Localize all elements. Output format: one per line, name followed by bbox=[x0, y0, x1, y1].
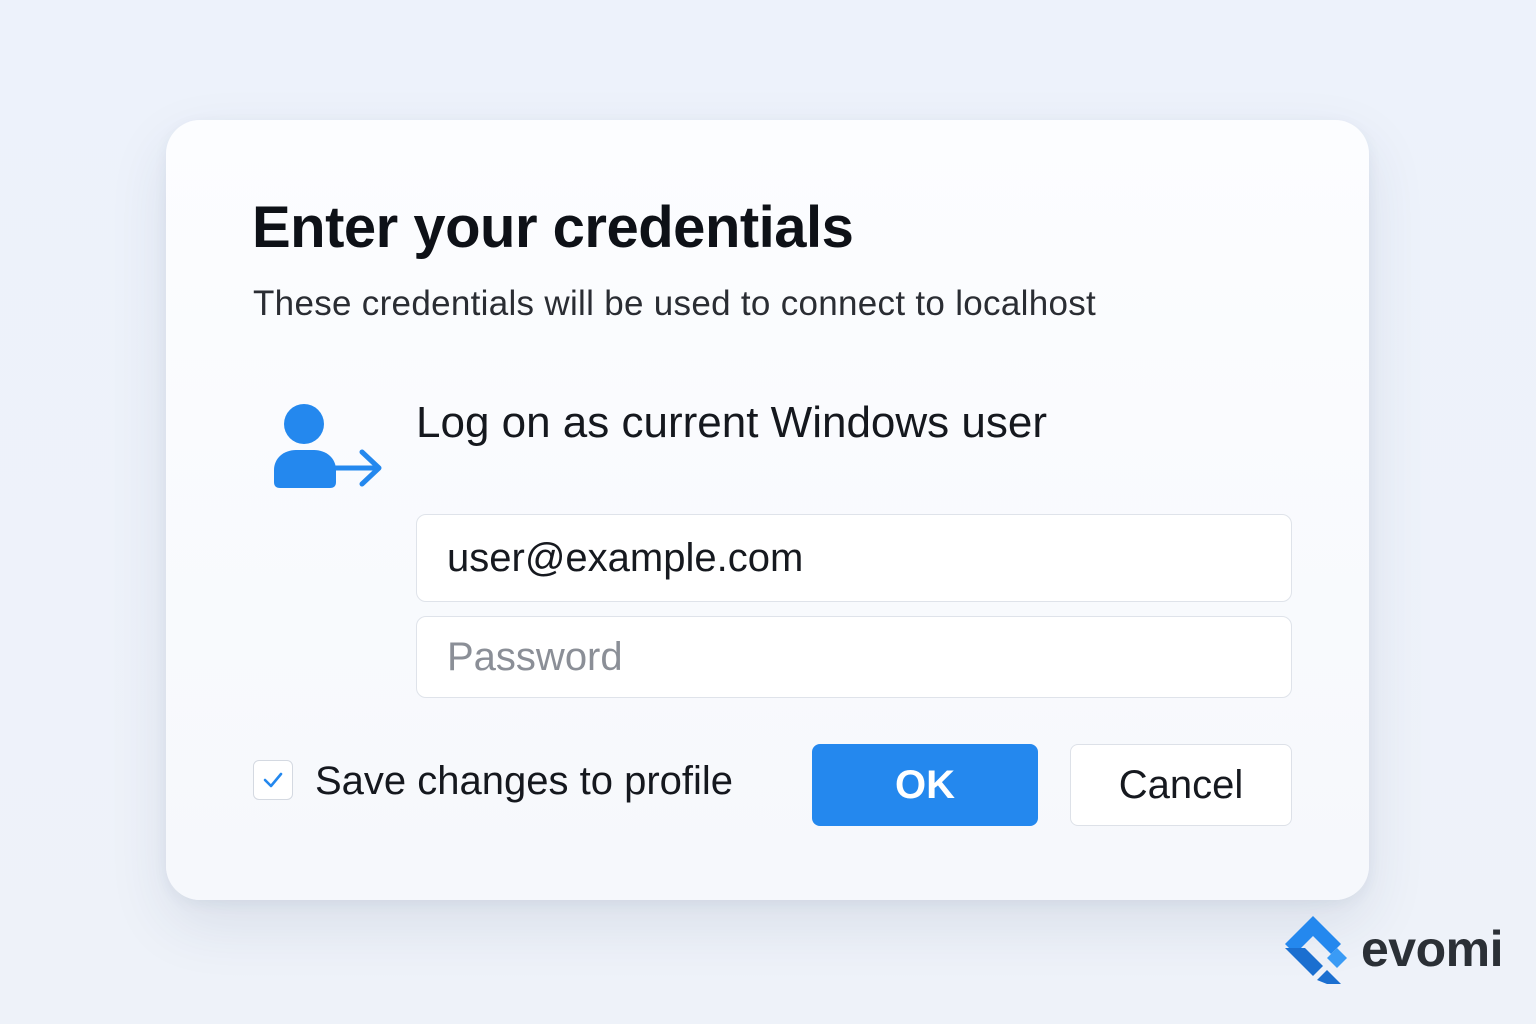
dialog-title: Enter your credentials bbox=[252, 195, 854, 260]
ok-button[interactable]: OK bbox=[812, 744, 1038, 826]
dialog-subtitle: These credentials will be used to connec… bbox=[253, 284, 1097, 323]
brand-watermark: evomi bbox=[1283, 914, 1513, 986]
current-windows-user-option[interactable]: Log on as current Windows user bbox=[266, 398, 1266, 498]
username-input[interactable] bbox=[416, 514, 1292, 602]
password-input[interactable] bbox=[416, 616, 1292, 698]
credentials-dialog: Enter your credentials These credentials… bbox=[166, 120, 1369, 900]
save-changes-checkbox-row[interactable]: Save changes to profile bbox=[252, 756, 772, 808]
current-windows-user-label: Log on as current Windows user bbox=[416, 398, 1047, 447]
cancel-button[interactable]: Cancel bbox=[1070, 744, 1292, 826]
evomi-logo-icon bbox=[1283, 914, 1363, 986]
checkmark-icon bbox=[263, 772, 283, 788]
brand-name: evomi bbox=[1361, 921, 1504, 977]
user-arrow-icon bbox=[266, 400, 386, 496]
save-changes-label: Save changes to profile bbox=[315, 759, 734, 803]
save-changes-checkbox[interactable] bbox=[253, 760, 293, 800]
